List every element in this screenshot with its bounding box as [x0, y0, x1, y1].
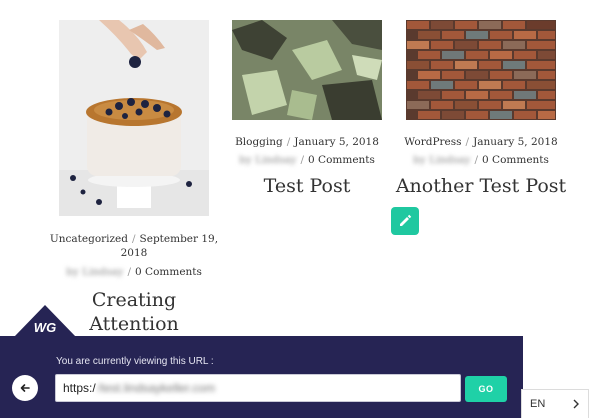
post-meta-1: Uncategorized / September 19, 2018 [45, 232, 223, 260]
language-switcher[interactable]: EN [521, 389, 589, 418]
post-comments-link[interactable]: 0 Comments [308, 154, 375, 166]
meta-separator: / [132, 233, 136, 245]
post-thumbnail-grunge[interactable] [232, 20, 382, 120]
post-author[interactable]: by Lindsay [413, 154, 470, 166]
chevron-right-icon [573, 399, 579, 409]
meta-separator: / [127, 266, 132, 278]
language-code: EN [530, 398, 546, 410]
brick-image [406, 20, 556, 120]
post-card-2: Blogging / January 5, 2018 by Lindsay/0 Co… [222, 136, 392, 198]
post-byline-3: by Lindsay /0 Comments [392, 154, 570, 166]
url-viewer-bar: You are currently viewing this URL : htt… [0, 336, 523, 418]
post-author[interactable]: by Lindsay [239, 154, 296, 166]
wg-logo-badge[interactable]: WG [14, 303, 76, 339]
post-author[interactable]: by Lindsay [66, 266, 123, 278]
meta-separator: / [474, 154, 479, 166]
go-button[interactable]: GO [465, 376, 507, 402]
meta-separator: / [286, 136, 291, 148]
arrow-left-icon [20, 384, 30, 392]
pencil-icon [400, 214, 412, 226]
post-thumbnail-cake[interactable] [59, 20, 209, 216]
url-prefix: https:/ [63, 381, 96, 395]
url-bar-label: You are currently viewing this URL : [56, 356, 214, 367]
post-category-link[interactable]: Uncategorized [50, 233, 128, 245]
post-card-3: WordPress / January 5, 2018 by Lindsay/0 C… [392, 136, 570, 198]
url-rest: /test.lindsaykeller.com [97, 381, 216, 395]
post-comments-link[interactable]: 0 Comments [135, 266, 202, 278]
post-thumbnail-brick[interactable] [406, 20, 556, 120]
post-comments-link[interactable]: 0 Comments [482, 154, 549, 166]
back-button[interactable] [12, 375, 38, 401]
post-byline-2: by Lindsay /0 Comments [222, 154, 392, 166]
post-title-1[interactable]: Creating Attention [79, 288, 189, 336]
grunge-image [232, 20, 382, 120]
post-meta-2: Blogging / January 5, 2018 [222, 136, 392, 148]
wg-logo: WG [14, 305, 76, 337]
meta-separator: / [300, 154, 305, 166]
post-meta-3: WordPress / January 5, 2018 [392, 136, 570, 148]
wg-logo-text: WG [34, 320, 56, 335]
post-title-3[interactable]: Another Test Post [392, 174, 570, 198]
post-date: January 5, 2018 [473, 136, 558, 148]
meta-separator: / [465, 136, 470, 148]
post-date: January 5, 2018 [294, 136, 379, 148]
cake-image [59, 20, 209, 216]
post-title-2[interactable]: Test Post [222, 174, 392, 198]
url-input[interactable]: https://test.lindsaykeller.com [55, 374, 461, 402]
post-byline-1: by Lindsay /0 Comments [45, 266, 223, 278]
post-category-link[interactable]: WordPress [404, 136, 461, 148]
post-category-link[interactable]: Blogging [235, 136, 283, 148]
edit-post-button[interactable] [391, 207, 419, 235]
